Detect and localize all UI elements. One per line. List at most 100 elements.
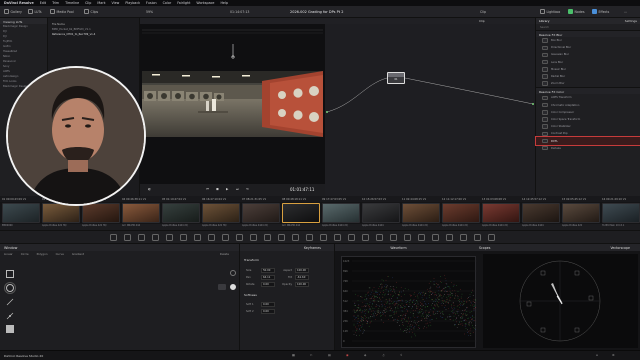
lightbox-button[interactable]: Lightbox — [540, 8, 560, 15]
gradient-window-icon[interactable] — [6, 312, 14, 320]
tool-gradient[interactable]: Gradient — [72, 252, 84, 256]
node-editor-mode[interactable]: Clip — [479, 19, 485, 23]
clip-thumbnail[interactable] — [2, 203, 40, 223]
menu-item[interactable]: Workspace — [196, 1, 214, 5]
transport-next-icon[interactable]: ⏭ — [236, 187, 239, 191]
clip-thumbnail[interactable] — [82, 203, 120, 223]
luts-button[interactable]: LUTs — [28, 8, 42, 15]
fx-item[interactable]: Dehaze — [536, 145, 640, 152]
fx-item[interactable]: Color Space Transform — [536, 116, 640, 123]
menu-item[interactable]: Fairlight — [177, 1, 190, 5]
fx-item[interactable]: Box Blur — [536, 37, 640, 44]
palette-tool-icon[interactable] — [124, 234, 131, 241]
palette-tool-icon[interactable] — [320, 234, 327, 241]
fx-item-selected[interactable]: DCTL — [535, 136, 640, 146]
menu-item[interactable]: Trim — [52, 1, 59, 5]
playhead-icon[interactable]: ◐ — [148, 187, 151, 191]
fx-item[interactable]: Directional Blur — [536, 44, 640, 51]
clip-thumbnail[interactable] — [442, 203, 480, 223]
cut-page-icon[interactable]: ✂ — [310, 353, 313, 357]
fx-item[interactable]: Contrast Pop — [536, 130, 640, 137]
media-page-icon[interactable]: ▦ — [292, 353, 295, 357]
clip-thumbnail[interactable] — [162, 203, 200, 223]
tilt-field[interactable]: -61.60 — [295, 275, 309, 280]
palette-tool-icon[interactable] — [348, 234, 355, 241]
palette-tool-icon[interactable] — [376, 234, 383, 241]
clip-thumbnail[interactable] — [322, 203, 360, 223]
palette-tool-icon[interactable] — [110, 234, 117, 241]
menu-item[interactable]: Help — [220, 1, 228, 5]
tool-circle[interactable]: Circle — [21, 252, 29, 256]
clip-thumbnail[interactable] — [562, 203, 600, 223]
fusion-page-icon[interactable]: ◈ — [364, 353, 366, 357]
tool-curve[interactable]: Curve — [56, 252, 64, 256]
tab-settings[interactable]: Settings — [625, 19, 637, 23]
corrector-node[interactable]: 01 — [387, 72, 405, 84]
tab-library[interactable]: Library — [539, 19, 550, 23]
lut-file-item[interactable]: Reference_CH01_to_Rec709_v1.4 — [48, 32, 139, 37]
fx-item[interactable]: Lens Blur — [536, 59, 640, 66]
transport-play-icon[interactable]: ▶ — [226, 187, 228, 191]
category-blur[interactable]: Resolve FX Blur — [536, 30, 640, 37]
tool-linear[interactable]: Linear — [4, 252, 13, 256]
menu-item[interactable]: Playback — [125, 1, 140, 5]
square-window-icon[interactable] — [6, 270, 14, 278]
transport-stop-icon[interactable]: ◼ — [216, 187, 219, 191]
color-page-icon[interactable]: ◉ — [346, 353, 349, 357]
fx-item[interactable]: Chromatic Adaptation — [536, 102, 640, 109]
fx-item[interactable]: Radial Blur — [536, 73, 640, 80]
palette-tool-icon[interactable] — [446, 234, 453, 241]
clip-thumbnail[interactable] — [42, 203, 80, 223]
menu-item[interactable]: Mark — [97, 1, 105, 5]
palette-tool-icon[interactable] — [404, 234, 411, 241]
category-color[interactable]: Resolve FX Color — [536, 87, 640, 95]
fx-item[interactable]: Color Compressor — [536, 109, 640, 116]
edit-page-icon[interactable]: ▤ — [328, 353, 331, 357]
clip-thumbnail[interactable] — [522, 203, 560, 223]
palette-tool-icon[interactable] — [474, 234, 481, 241]
clip-thumbnail[interactable] — [602, 203, 640, 223]
clip-thumbnail[interactable] — [402, 203, 440, 223]
palette-tool-icon[interactable] — [278, 234, 285, 241]
aspect-field[interactable]: 100.00 — [295, 268, 309, 273]
pan-field[interactable]: 64.11 — [261, 275, 275, 280]
clip-thumbnail[interactable] — [362, 203, 400, 223]
palette-tool-icon[interactable] — [236, 234, 243, 241]
palette-tool-icon[interactable] — [222, 234, 229, 241]
fx-item[interactable]: Mosaic Blur — [536, 66, 640, 73]
zoom-level[interactable]: 59% — [146, 8, 153, 15]
palette-tool-icon[interactable] — [460, 234, 467, 241]
menu-app[interactable]: DaVinci Resolve — [4, 1, 34, 5]
palette-tool-icon[interactable] — [432, 234, 439, 241]
clip-thumbnail[interactable] — [282, 203, 320, 223]
clip-thumbnail[interactable] — [242, 203, 280, 223]
effects-button[interactable]: Effects — [592, 8, 609, 15]
fx-item[interactable]: Color Stabilizer — [536, 123, 640, 130]
clip-thumbnail[interactable] — [202, 203, 240, 223]
opacity-field[interactable]: 100.00 — [295, 282, 309, 287]
more-options-icon[interactable]: ⋯ — [624, 8, 627, 15]
invert-toggle[interactable] — [218, 284, 226, 290]
palette-tool-icon[interactable] — [488, 234, 495, 241]
palette-tool-icon[interactable] — [362, 234, 369, 241]
vectorscope-selector[interactable]: Vectorscope — [610, 246, 636, 250]
palette-tool-icon[interactable] — [334, 234, 341, 241]
fx-item[interactable]: Zoom Blur — [536, 80, 640, 87]
waveform-selector[interactable]: Waveform — [390, 246, 406, 250]
deliver-page-icon[interactable]: ⇪ — [400, 353, 403, 357]
rotate-field[interactable]: 0.00 — [261, 282, 275, 287]
settings-icon[interactable]: ⚙ — [612, 353, 615, 357]
circle-window-icon[interactable] — [3, 281, 17, 295]
palette-tool-icon[interactable] — [264, 234, 271, 241]
pen-window-icon[interactable] — [6, 298, 14, 306]
palette-tool-icon[interactable] — [208, 234, 215, 241]
keyframes-label[interactable]: Keyframes — [304, 246, 321, 250]
node-editor[interactable]: 01 — [325, 24, 535, 196]
soft-window-icon[interactable] — [6, 325, 14, 333]
fx-item[interactable]: ACES Transform — [536, 94, 640, 101]
palette-tool-icon[interactable] — [292, 234, 299, 241]
fairlight-page-icon[interactable]: ♫ — [382, 353, 385, 357]
palette-tool-icon[interactable] — [390, 234, 397, 241]
menu-item[interactable]: Edit — [40, 1, 46, 5]
palette-tool-icon[interactable] — [194, 234, 201, 241]
